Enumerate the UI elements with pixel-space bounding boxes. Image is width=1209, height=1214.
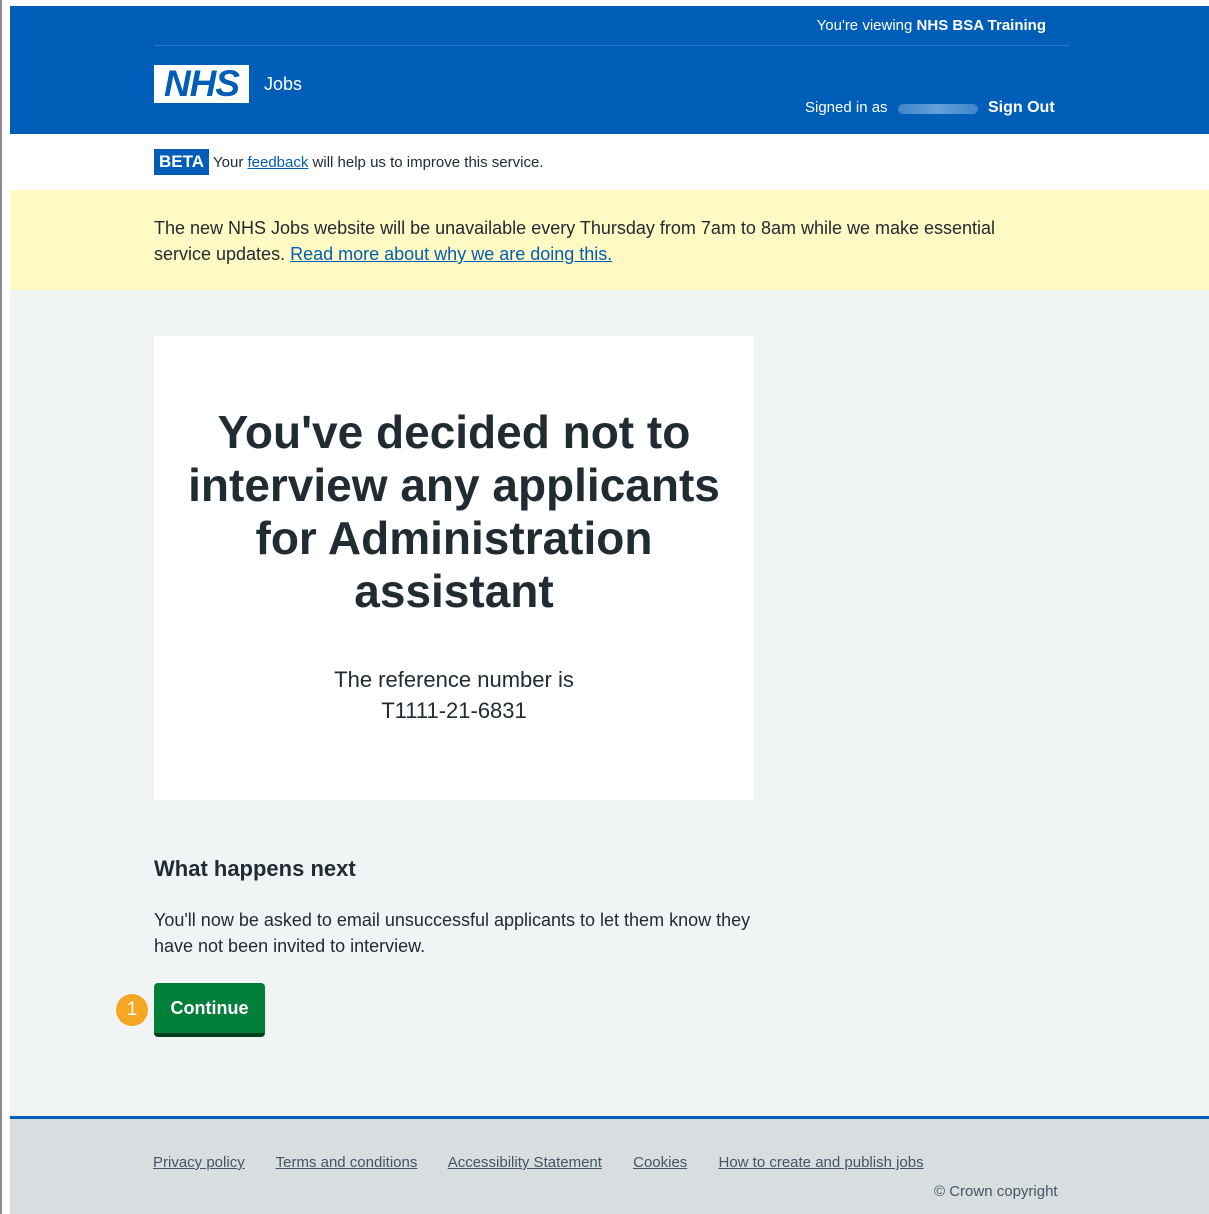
accessibility-link[interactable]: Accessibility Statement xyxy=(448,1154,602,1171)
cookies-link[interactable]: Cookies xyxy=(633,1154,687,1171)
how-to-publish-link[interactable]: How to create and publish jobs xyxy=(718,1154,923,1171)
confirmation-title: You've decided not to interview any appl… xyxy=(188,406,720,617)
site-footer: Privacy policy Terms and conditions Acce… xyxy=(10,1116,1209,1214)
viewing-prefix: You're viewing xyxy=(816,17,913,34)
confirmation-panel: You've decided not to interview any appl… xyxy=(154,336,754,800)
viewing-org: NHS BSA Training xyxy=(916,17,1046,34)
reference-label: The reference number is xyxy=(334,667,574,692)
notice-text: The new NHS Jobs website will be unavail… xyxy=(154,215,1054,267)
read-more-link[interactable]: Read more about why we are doing this. xyxy=(290,244,612,264)
user-name-redacted xyxy=(898,104,978,114)
signed-in-label: Signed in as xyxy=(805,99,888,116)
page-frame: You're viewing NHS BSA Training NHS Jobs… xyxy=(0,0,1209,1214)
beta-text: Your feedback will help us to improve th… xyxy=(213,154,543,171)
beta-tag: BETA xyxy=(154,149,210,175)
service-notice: The new NHS Jobs website will be unavail… xyxy=(10,190,1209,290)
beta-banner: BETA Your feedback will help us to impro… xyxy=(10,134,1209,190)
beta-text-after: will help us to improve this service. xyxy=(312,154,544,171)
terms-link[interactable]: Terms and conditions xyxy=(276,1154,418,1171)
next-steps-heading: What happens next xyxy=(154,856,356,881)
continue-button[interactable]: Continue xyxy=(154,983,265,1037)
service-name[interactable]: Jobs xyxy=(264,74,302,95)
main-content: You've decided not to interview any appl… xyxy=(10,290,1209,1116)
nhs-logo[interactable]: NHS xyxy=(154,65,249,103)
sign-out-link[interactable]: Sign Out xyxy=(988,99,1055,117)
reference-block: The reference number is T1111-21-6831 xyxy=(174,664,734,726)
site-header: You're viewing NHS BSA Training NHS Jobs… xyxy=(10,6,1209,134)
footer-links: Privacy policy Terms and conditions Acce… xyxy=(153,1154,951,1171)
beta-text-before: Your xyxy=(213,154,244,171)
reference-number: T1111-21-6831 xyxy=(381,698,527,723)
environment-banner: You're viewing NHS BSA Training xyxy=(154,6,1070,46)
feedback-link[interactable]: feedback xyxy=(247,154,308,171)
step-marker-badge: 1 xyxy=(116,994,148,1026)
next-steps-body: You'll now be asked to email unsuccessfu… xyxy=(154,910,751,956)
copyright: © Crown copyright xyxy=(934,1183,1058,1200)
privacy-policy-link[interactable]: Privacy policy xyxy=(153,1154,245,1171)
